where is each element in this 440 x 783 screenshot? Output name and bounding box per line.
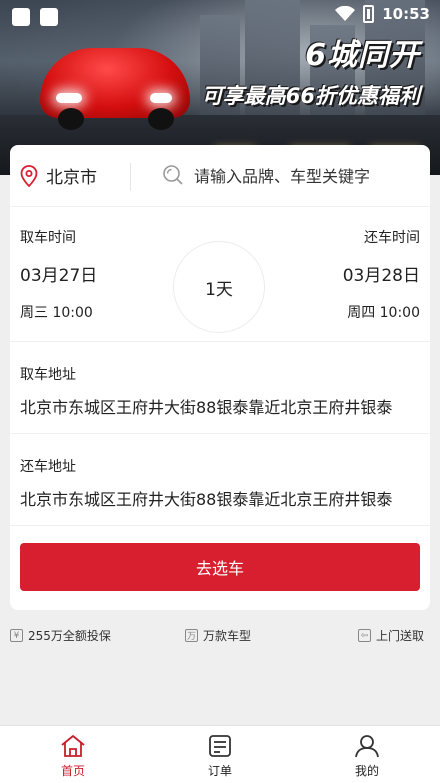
return-date[interactable]: 03月28日 xyxy=(343,261,420,286)
order-icon xyxy=(209,735,231,757)
feature-label: 255万全额投保 xyxy=(28,629,111,643)
rental-form-card: 北京市 请输入品牌、车型关键字 取车时间 03月27日 周三 10:00 1天 … xyxy=(10,145,430,610)
select-car-button[interactable]: 去选车 xyxy=(20,543,420,591)
feature-label: 上门送取 xyxy=(376,629,425,643)
rental-time-row: 取车时间 03月27日 周三 10:00 1天 还车时间 03月28日 周四 1… xyxy=(10,207,430,342)
tab-label: 订单 xyxy=(207,764,232,778)
battery-icon xyxy=(363,5,375,23)
tab-label: 首页 xyxy=(60,764,85,778)
home-icon xyxy=(61,735,85,757)
app-root: 6城同开 可享最高66折优惠福利 10:53 北京市 请输入品牌、车型关键字 取… xyxy=(0,0,440,783)
car-wheel xyxy=(58,108,84,130)
city-selector[interactable]: 北京市 xyxy=(20,163,97,188)
status-bar: 10:53 xyxy=(0,0,440,32)
banner-subtitle: 可享最高66折优惠福利 xyxy=(201,84,420,108)
tab-home[interactable]: 首页 xyxy=(33,734,113,779)
banner-title: 6城同开 xyxy=(305,38,420,73)
feature-models: 万 万款车型 xyxy=(185,627,251,644)
tab-orders[interactable]: 订单 xyxy=(180,734,260,779)
feature-label: 万款车型 xyxy=(203,629,252,643)
car-headlight xyxy=(56,93,82,103)
divider xyxy=(130,163,131,191)
yen-icon: ¥ xyxy=(10,629,23,642)
pickup-address-value: 北京市东城区王府井大街88银泰靠近北京王府井银泰 xyxy=(20,398,393,417)
search-placeholder: 请输入品牌、车型关键字 xyxy=(194,167,371,186)
pickup-weekday-time[interactable]: 周三 10:00 xyxy=(20,302,93,322)
status-time: 10:53 xyxy=(382,5,430,23)
notification-icon xyxy=(40,8,58,26)
bottom-tab-bar: 首页 订单 我的 xyxy=(0,725,440,783)
search-input[interactable]: 请输入品牌、车型关键字 xyxy=(162,163,370,187)
return-address-row[interactable]: 还车地址 北京市东城区王府井大街88银泰靠近北京王府井银泰 xyxy=(10,434,430,526)
profile-icon xyxy=(355,735,379,758)
pickup-address-label: 取车地址 xyxy=(20,367,76,383)
rental-duration: 1天 xyxy=(173,241,265,333)
car-cover xyxy=(40,48,190,118)
pickup-time-label: 取车时间 xyxy=(20,230,76,246)
return-weekday-time[interactable]: 周四 10:00 xyxy=(347,302,420,322)
status-right: 10:53 xyxy=(335,5,430,23)
models-icon: 万 xyxy=(185,629,198,642)
feature-insurance: ¥ 255万全额投保 xyxy=(10,627,111,644)
car-headlight xyxy=(150,93,172,103)
wifi-icon xyxy=(335,6,356,21)
notification-icon xyxy=(12,8,30,26)
feature-strip: ¥ 255万全额投保 万 万款车型 ⇦ 上门送取 xyxy=(0,627,440,647)
tab-label: 我的 xyxy=(354,764,379,778)
pickup-date[interactable]: 03月27日 xyxy=(20,261,97,286)
delivery-icon: ⇦ xyxy=(358,629,371,642)
return-time-label: 还车时间 xyxy=(364,230,420,246)
covered-car-image xyxy=(40,48,190,130)
city-name: 北京市 xyxy=(46,168,97,188)
location-pin-icon xyxy=(20,164,38,187)
tab-profile[interactable]: 我的 xyxy=(327,734,407,779)
return-address-value: 北京市东城区王府井大街88银泰靠近北京王府井银泰 xyxy=(20,490,393,509)
return-address-label: 还车地址 xyxy=(20,459,76,475)
search-icon xyxy=(163,165,183,185)
feature-delivery: ⇦ 上门送取 xyxy=(358,627,424,644)
car-wheel xyxy=(148,108,174,130)
banner-text: 6城同开 可享最高66折优惠福利 xyxy=(202,30,420,110)
pickup-address-row[interactable]: 取车地址 北京市东城区王府井大街88银泰靠近北京王府井银泰 xyxy=(10,342,430,434)
search-row: 北京市 请输入品牌、车型关键字 xyxy=(10,145,430,207)
